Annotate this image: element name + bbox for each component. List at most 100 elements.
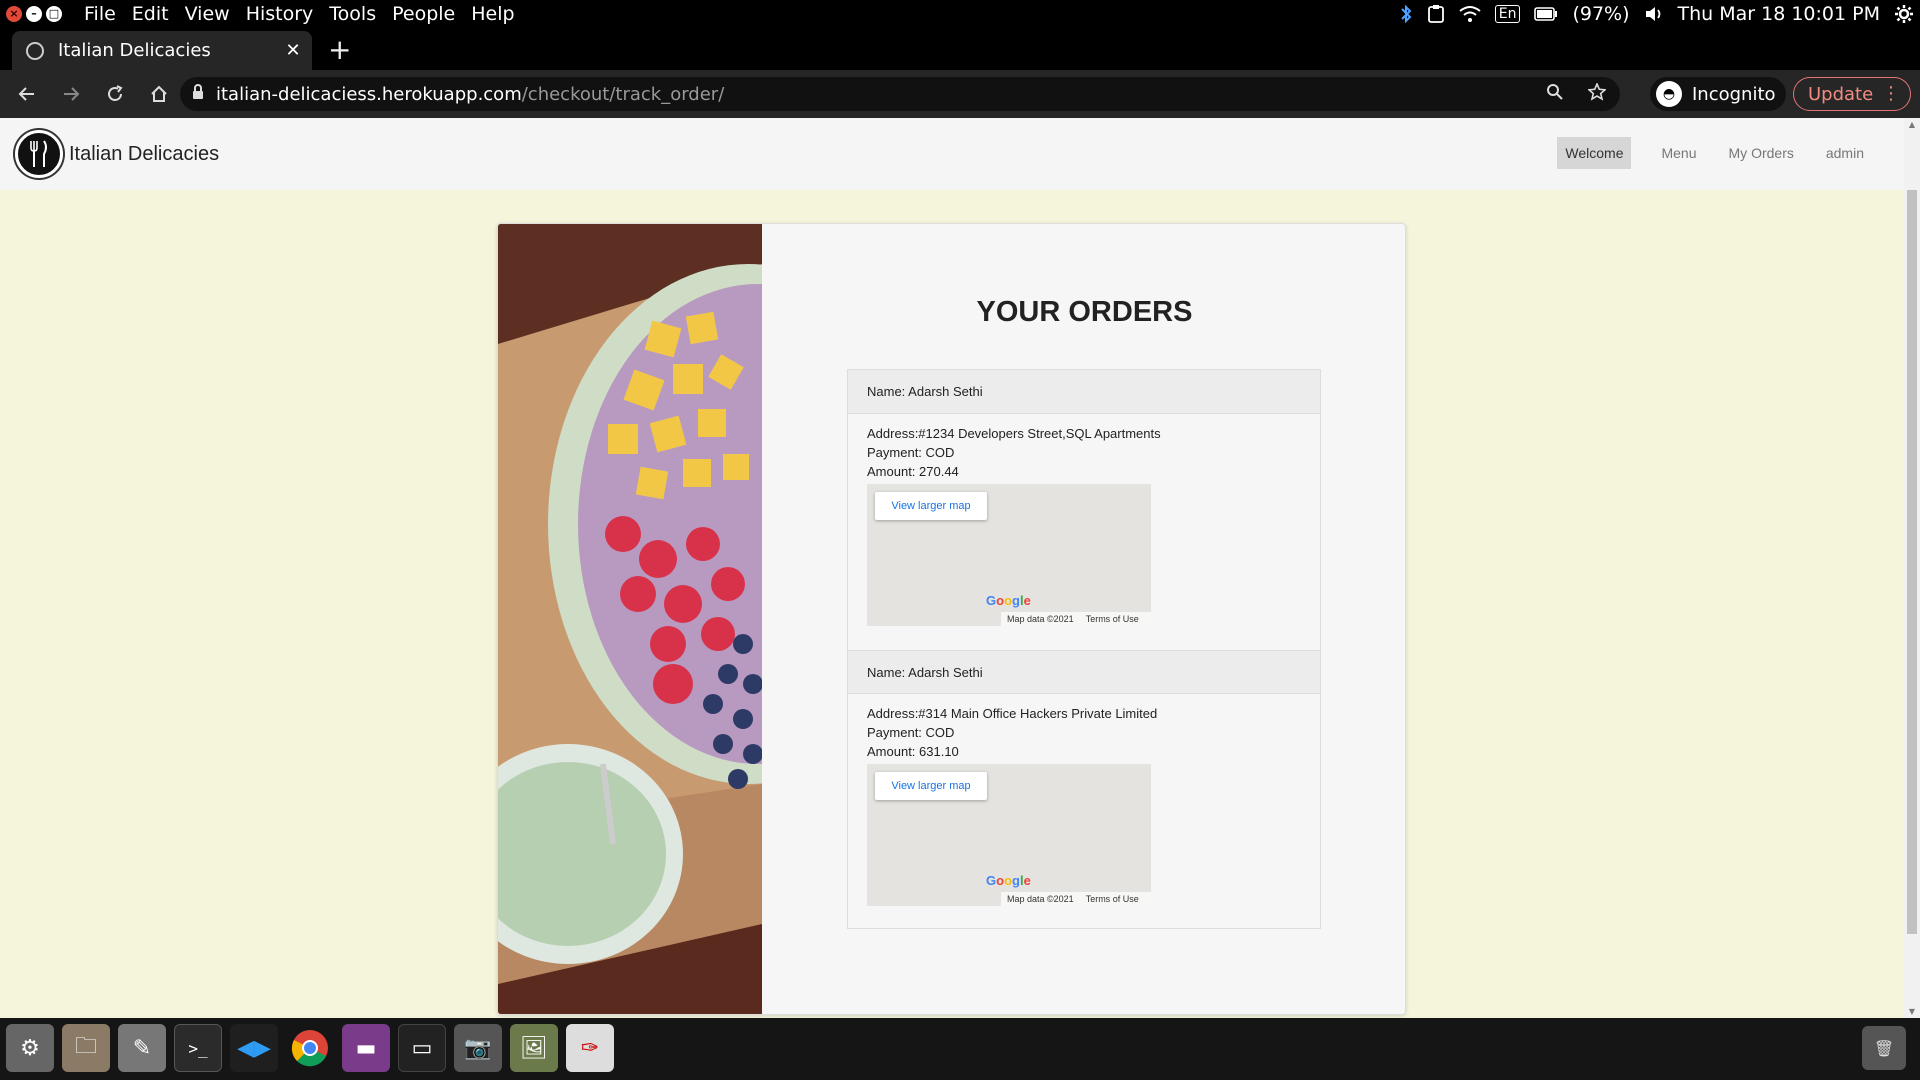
back-arrow-icon[interactable]: [10, 77, 44, 111]
order-amount: Amount: 270.44: [867, 464, 959, 479]
pdf-reader-icon[interactable]: ✑: [566, 1024, 614, 1072]
wifi-icon[interactable]: [1459, 4, 1481, 24]
food-bowl-image: [498, 224, 762, 1014]
image-viewer-icon[interactable]: 🖼: [510, 1024, 558, 1072]
order-details: Address:#1234 Developers Street,SQL Apar…: [848, 414, 1320, 650]
lock-icon[interactable]: [192, 83, 204, 105]
map-data-label: Map data ©2021: [1007, 893, 1074, 904]
map-footer: Map data ©2021 Terms of Use: [1001, 612, 1151, 626]
restaurant-logo-icon[interactable]: [15, 130, 63, 178]
tab-close-icon[interactable]: ✕: [280, 40, 306, 61]
incognito-label: Incognito: [1692, 83, 1776, 105]
menu-history[interactable]: History: [238, 3, 322, 25]
volume-icon[interactable]: [1644, 4, 1664, 24]
browser-tab[interactable]: Italian Delicacies ✕: [12, 31, 312, 70]
menu-view[interactable]: View: [177, 3, 238, 25]
order-name-header: Name: Adarsh Sethi: [848, 650, 1320, 694]
scroll-down-arrow-icon[interactable]: ▼: [1904, 1007, 1920, 1016]
forward-arrow-icon[interactable]: [54, 77, 88, 111]
order-payment: Payment: COD: [867, 445, 955, 460]
incognito-icon: ◓: [1656, 81, 1682, 107]
order-address: Address:#1234 Developers Street,SQL Apar…: [867, 426, 1161, 441]
map-terms-link[interactable]: Terms of Use: [1086, 890, 1139, 909]
incognito-indicator[interactable]: ◓ Incognito: [1650, 77, 1786, 111]
browser-tab-strip: Italian Delicacies ✕ +: [0, 27, 1920, 70]
order-payment: Payment: COD: [867, 725, 955, 740]
orders-heading: YOUR ORDERS: [976, 296, 1193, 328]
text-editor-icon[interactable]: ✎: [118, 1024, 166, 1072]
trash-icon[interactable]: 🗑: [1862, 1026, 1906, 1070]
map-footer: Map data ©2021 Terms of Use: [1001, 892, 1151, 906]
terminal-icon[interactable]: >_: [174, 1024, 222, 1072]
page-scrollbar[interactable]: ▲ ▼: [1904, 118, 1920, 1018]
site-brand[interactable]: Italian Delicacies: [69, 143, 219, 166]
order-name: Name: Adarsh Sethi: [867, 384, 983, 399]
update-button[interactable]: Update ⋮: [1793, 77, 1911, 111]
orders-card: YOUR ORDERS Name: Adarsh Sethi Address:#…: [497, 223, 1406, 1015]
menu-tools[interactable]: Tools: [321, 3, 384, 25]
os-taskbar: ⚙ 🗀 ✎ >_ ◀▶ ▬ ▭ 📷 🖼 ✑ 🗑: [0, 1018, 1920, 1080]
menu-edit[interactable]: Edit: [124, 3, 177, 25]
scrollbar-thumb[interactable]: [1907, 190, 1917, 934]
nav-admin[interactable]: admin: [1810, 137, 1880, 169]
keyboard-layout-indicator[interactable]: En: [1494, 4, 1521, 23]
address-bar[interactable]: italian-delicaciess.herokuapp.com/checko…: [180, 77, 1620, 111]
browser-toolbar: italian-delicaciess.herokuapp.com/checko…: [0, 70, 1920, 118]
update-label: Update: [1808, 83, 1874, 105]
settings-gear-icon[interactable]: [1894, 4, 1914, 24]
window-controls: × – □: [6, 5, 62, 22]
app-menu-bar: File Edit View History Tools People Help: [76, 3, 523, 25]
os-top-panel: × – □ File Edit View History Tools Peopl…: [0, 0, 1920, 27]
media-player-icon[interactable]: ▬: [342, 1024, 390, 1072]
home-icon[interactable]: [142, 77, 176, 111]
reload-icon[interactable]: [98, 77, 132, 111]
google-logo: Google: [986, 873, 1031, 888]
clipboard-icon[interactable]: [1427, 4, 1445, 24]
system-settings-icon[interactable]: ⚙: [6, 1024, 54, 1072]
order-address: Address:#314 Main Office Hackers Private…: [867, 706, 1158, 721]
more-menu-icon[interactable]: ⋮: [1882, 83, 1900, 105]
nav-my-orders[interactable]: My Orders: [1713, 137, 1810, 169]
map-data-label: Map data ©2021: [1007, 613, 1074, 624]
nav-welcome[interactable]: Welcome: [1557, 137, 1632, 169]
view-larger-map-button[interactable]: View larger map: [875, 772, 987, 800]
chrome-icon[interactable]: [286, 1024, 334, 1072]
file-manager-icon[interactable]: 🗀: [62, 1024, 110, 1072]
tab-title: Italian Delicacies: [58, 40, 211, 61]
embedded-map[interactable]: View larger map Google Map data ©2021 Te…: [867, 484, 1151, 626]
site-navbar: Italian Delicacies Welcome Menu My Order…: [0, 118, 1904, 190]
order-details: Address:#314 Main Office Hackers Private…: [848, 694, 1320, 930]
embedded-map[interactable]: View larger map Google Map data ©2021 Te…: [867, 764, 1151, 906]
bluetooth-icon[interactable]: [1399, 4, 1413, 24]
menu-file[interactable]: File: [76, 3, 124, 25]
orders-list: Name: Adarsh Sethi Address:#1234 Develop…: [847, 369, 1321, 929]
order-amount: Amount: 631.10: [867, 744, 959, 759]
url-path: /checkout/track_order/: [521, 83, 725, 105]
menu-help[interactable]: Help: [463, 3, 522, 25]
screenshot-camera-icon[interactable]: 📷: [454, 1024, 502, 1072]
url-host: italian-delicaciess.herokuapp.com: [216, 83, 522, 105]
google-logo: Google: [986, 593, 1031, 608]
battery-percent: (97%): [1572, 2, 1630, 25]
window-switcher-icon[interactable]: ▭: [398, 1024, 446, 1072]
order-name: Name: Adarsh Sethi: [867, 664, 983, 680]
clock[interactable]: Thu Mar 18 10:01 PM: [1678, 3, 1880, 25]
zoom-search-icon[interactable]: [1546, 83, 1564, 106]
battery-icon[interactable]: [1534, 4, 1558, 24]
window-minimize-button[interactable]: –: [26, 5, 42, 22]
view-larger-map-button[interactable]: View larger map: [875, 492, 987, 520]
site-nav-links: Welcome Menu My Orders admin: [1557, 137, 1880, 169]
order-name-header: Name: Adarsh Sethi: [848, 370, 1320, 414]
tab-favicon-icon: [26, 41, 44, 60]
nav-menu[interactable]: Menu: [1645, 137, 1712, 169]
menu-people[interactable]: People: [384, 3, 463, 25]
scroll-up-arrow-icon[interactable]: ▲: [1904, 120, 1920, 129]
window-maximize-button[interactable]: □: [46, 5, 62, 22]
bookmark-star-icon[interactable]: [1587, 81, 1607, 106]
new-tab-plus-icon[interactable]: +: [328, 35, 351, 65]
vscode-icon[interactable]: ◀▶: [230, 1024, 278, 1072]
window-close-button[interactable]: ×: [6, 5, 22, 22]
web-page: Italian Delicacies Welcome Menu My Order…: [0, 118, 1904, 1018]
taskbar-apps: ⚙ 🗀 ✎ >_ ◀▶ ▬ ▭ 📷 🖼 ✑: [6, 1024, 614, 1072]
map-terms-link[interactable]: Terms of Use: [1086, 610, 1139, 629]
